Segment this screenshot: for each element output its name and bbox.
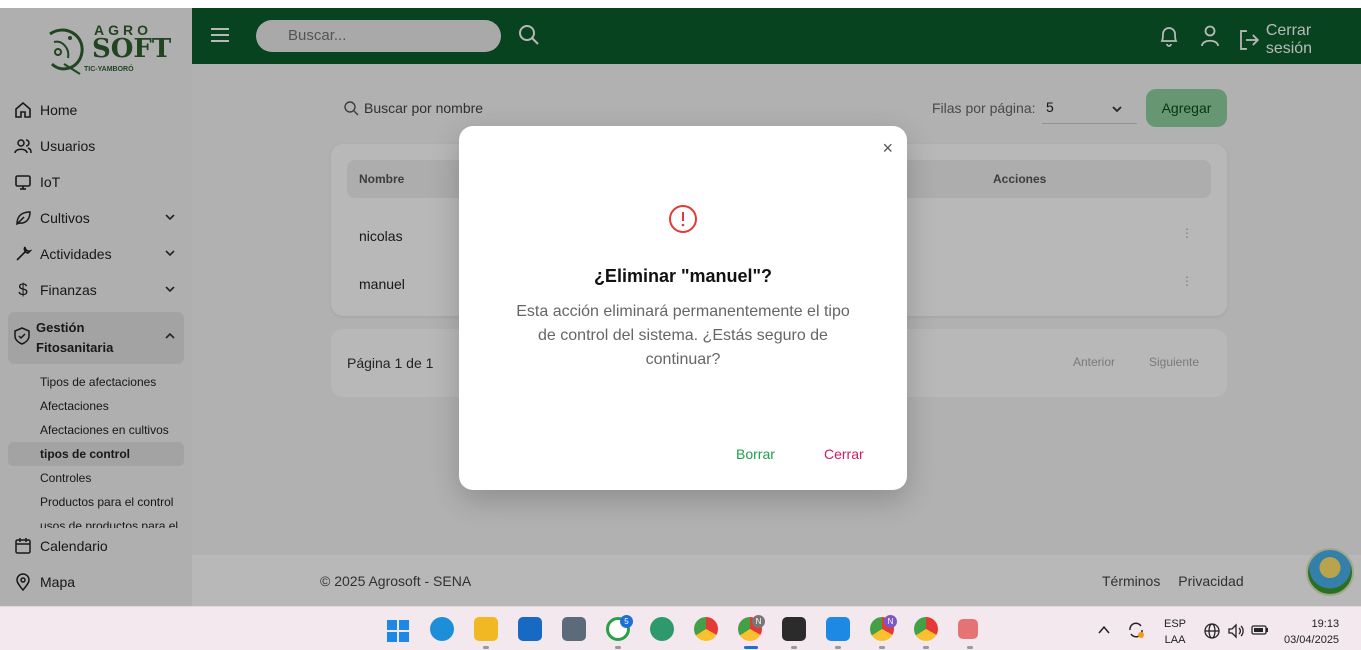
close-dialog-button[interactable]: × xyxy=(882,138,893,159)
running-indicator xyxy=(967,646,973,649)
edge-dev-icon[interactable] xyxy=(430,617,454,641)
vscode-icon[interactable] xyxy=(826,617,850,641)
calculator-icon[interactable] xyxy=(562,617,586,641)
running-indicator xyxy=(483,646,489,649)
language-indicator[interactable]: ESP LAA xyxy=(1164,616,1186,648)
chrome-profile3-icon[interactable] xyxy=(914,617,938,641)
warning-circle-icon xyxy=(669,205,697,233)
sync-icon[interactable] xyxy=(1126,620,1146,640)
edge-icon[interactable] xyxy=(650,617,674,641)
store-icon[interactable] xyxy=(518,617,542,641)
top-strip xyxy=(0,0,1361,8)
clock-date: 03/04/2025 xyxy=(1284,634,1340,646)
delete-confirm-dialog: × ¿Eliminar "manuel"? Esta acción elimin… xyxy=(459,126,907,490)
volume-icon[interactable] xyxy=(1227,623,1245,639)
system-clock[interactable]: 19:13 03/04/2025 xyxy=(1284,616,1339,648)
chevron-up-icon[interactable] xyxy=(1098,625,1110,635)
battery-icon[interactable] xyxy=(1251,624,1269,636)
running-indicator xyxy=(791,646,797,649)
chrome-profile2-badge: N xyxy=(884,615,897,628)
windows-start-icon[interactable] xyxy=(386,619,410,643)
confirm-delete-button[interactable]: Borrar xyxy=(736,446,775,462)
globe-icon[interactable] xyxy=(1204,623,1220,639)
snipping-tool-icon[interactable] xyxy=(958,619,978,639)
running-indicator xyxy=(835,646,841,649)
chrome-profile-badge: N xyxy=(752,615,765,628)
file-explorer-icon[interactable] xyxy=(474,617,498,641)
running-indicator xyxy=(923,646,929,649)
terminal-icon[interactable] xyxy=(782,617,806,641)
cancel-button[interactable]: Cerrar xyxy=(824,446,864,462)
running-indicator xyxy=(615,646,621,649)
active-indicator xyxy=(744,646,758,649)
dialog-title: ¿Eliminar "manuel"? xyxy=(593,266,773,286)
chrome-icon[interactable] xyxy=(694,617,718,641)
clock-time: 19:13 xyxy=(1311,618,1340,630)
whatsapp-badge: 5 xyxy=(620,615,633,628)
running-indicator xyxy=(879,646,885,649)
language-line2: LAA xyxy=(1164,634,1186,646)
windows-taskbar: 5 N N ESP LAA 19:13 03/04/2025 xyxy=(0,606,1361,650)
dialog-message: Esta acción eliminará permanentemente el… xyxy=(516,303,850,368)
language-line1: ESP xyxy=(1164,618,1187,630)
